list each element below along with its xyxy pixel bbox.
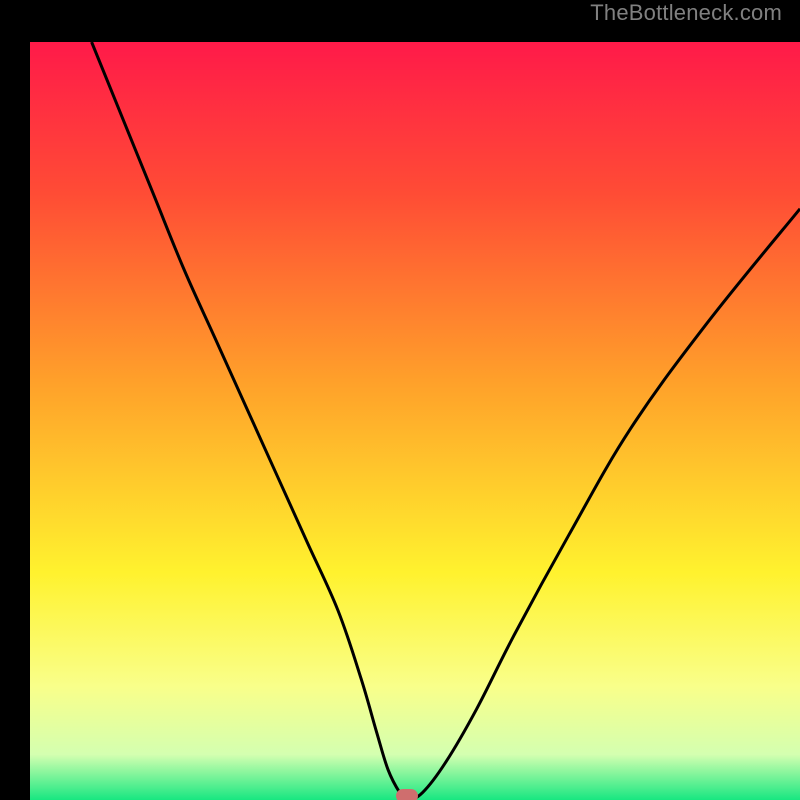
optimal-point-marker (396, 789, 418, 800)
chart-frame (15, 15, 785, 785)
plot-area (30, 42, 800, 800)
watermark-text: TheBottleneck.com (590, 0, 782, 26)
bottleneck-curve (30, 42, 800, 800)
